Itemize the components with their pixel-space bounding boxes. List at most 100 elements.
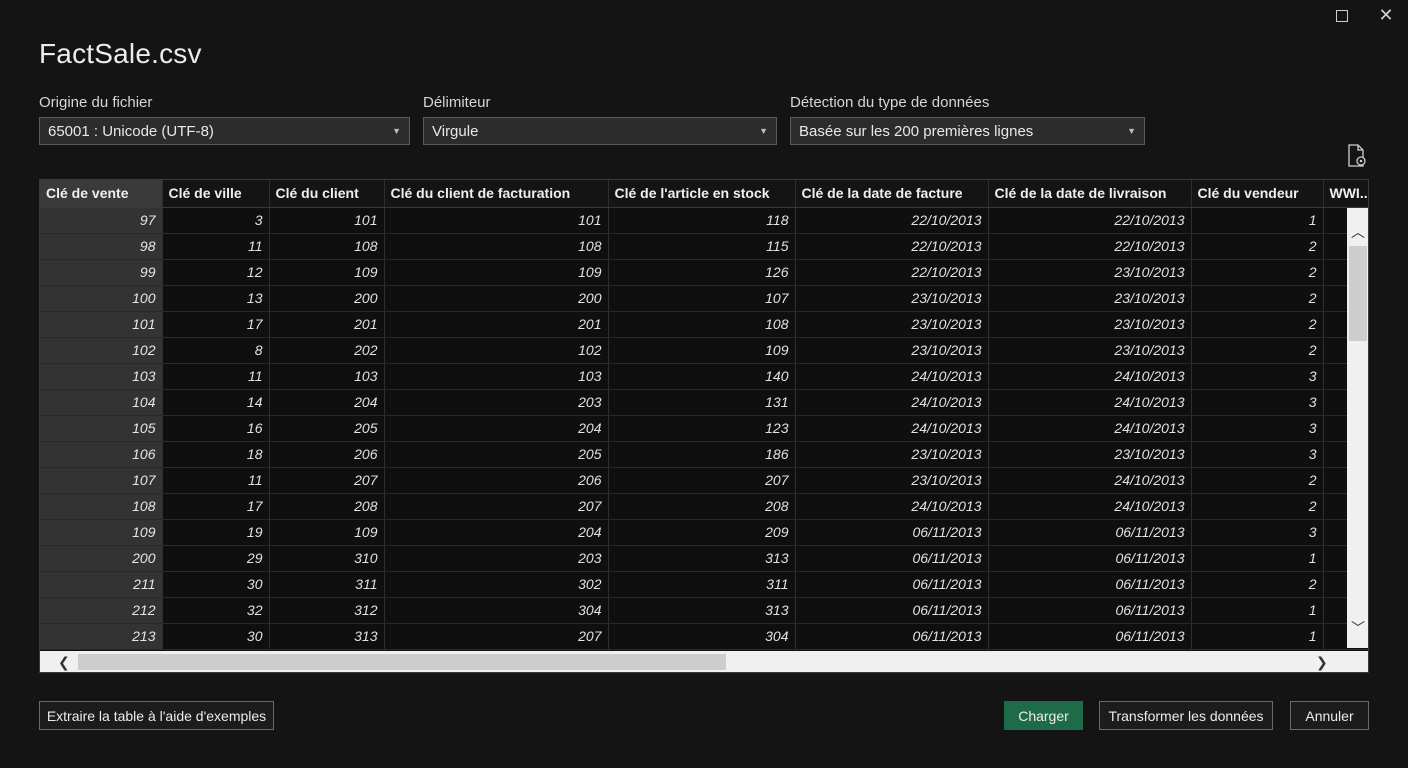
column-header[interactable]: Clé du vendeur: [1191, 180, 1324, 208]
table-cell: 1: [1191, 545, 1324, 572]
table-cell: 24/10/2013: [988, 467, 1192, 494]
table-cell: 22/10/2013: [988, 233, 1192, 260]
table-cell: 311: [608, 571, 796, 598]
table-cell: 106: [40, 441, 163, 468]
table-cell: 2: [1191, 311, 1324, 338]
table-cell: 310: [269, 545, 385, 572]
scroll-down-icon[interactable]: ﹀: [1347, 618, 1368, 638]
table-cell: 22/10/2013: [795, 207, 989, 234]
table-cell: 14: [162, 389, 270, 416]
maximize-icon: [1336, 10, 1348, 22]
table-cell: 109: [40, 519, 163, 546]
table-cell: 208: [608, 493, 796, 520]
table-cell: 24/10/2013: [795, 415, 989, 442]
table-cell: 06/11/2013: [988, 545, 1192, 572]
close-button[interactable]: ✕: [1366, 4, 1406, 28]
maximize-button[interactable]: [1322, 4, 1362, 28]
table-cell: 22/10/2013: [795, 233, 989, 260]
table-cell: 06/11/2013: [795, 597, 989, 624]
column-header[interactable]: Clé de la date de facture: [795, 180, 989, 208]
column-header[interactable]: Clé de l'article en stock: [608, 180, 796, 208]
table-cell: 3: [1191, 415, 1324, 442]
table-cell: 103: [384, 363, 609, 390]
table-cell: 3: [1191, 389, 1324, 416]
table-cell: 105: [40, 415, 163, 442]
table-cell: 29: [162, 545, 270, 572]
table-cell: 213: [40, 623, 163, 650]
table-cell: 06/11/2013: [988, 571, 1192, 598]
table-cell: 11: [162, 467, 270, 494]
origin-value: 65001 : Unicode (UTF-8): [48, 122, 214, 140]
vertical-scroll-thumb[interactable]: [1349, 246, 1367, 341]
table-cell: 2: [1191, 285, 1324, 312]
table-cell: 126: [608, 259, 796, 286]
detection-select[interactable]: Basée sur les 200 premières lignes ▼: [790, 117, 1145, 145]
column-header[interactable]: Clé de vente: [40, 180, 163, 208]
column-header[interactable]: Clé de ville: [162, 180, 270, 208]
preview-table: Clé de vente Clé de ville Clé du client Clé…: [40, 180, 1368, 650]
table-cell: 1: [1191, 597, 1324, 624]
table-cell: 206: [384, 467, 609, 494]
table-cell: 19: [162, 519, 270, 546]
scroll-left-icon[interactable]: ❮: [58, 651, 70, 672]
table-cell: 24/10/2013: [988, 415, 1192, 442]
document-settings-icon[interactable]: [1346, 144, 1368, 168]
table-cell: 102: [40, 337, 163, 364]
vertical-scrollbar[interactable]: ︿ ﹀: [1347, 208, 1368, 648]
table-row: 105 16 205 204 123 24/10/2013 24/10/2013 3: [40, 415, 1368, 442]
table-cell: 304: [608, 623, 796, 650]
table-cell: 205: [269, 415, 385, 442]
delimiter-select[interactable]: Virgule ▼: [423, 117, 777, 145]
table-cell: 32: [162, 597, 270, 624]
dialog-title: FactSale.csv: [39, 38, 202, 69]
column-header[interactable]: Clé du client de facturation: [384, 180, 609, 208]
column-header[interactable]: Clé du client: [269, 180, 385, 208]
table-cell: 98: [40, 233, 163, 260]
table-cell: 311: [269, 571, 385, 598]
table-cell: 06/11/2013: [795, 623, 989, 650]
table-cell: 109: [384, 259, 609, 286]
cancel-button[interactable]: Annuler: [1290, 701, 1369, 730]
table-cell: 207: [384, 493, 609, 520]
column-header[interactable]: WWI...: [1323, 180, 1368, 208]
table-cell: 204: [269, 389, 385, 416]
chevron-down-icon: ▼: [392, 126, 401, 136]
table-cell: 11: [162, 363, 270, 390]
table-cell: 140: [608, 363, 796, 390]
table-cell: 17: [162, 311, 270, 338]
horizontal-scrollbar[interactable]: ❮ ❯: [40, 651, 1347, 672]
table-cell: 18: [162, 441, 270, 468]
table-row: 109 19 109 204 209 06/11/2013 06/11/2013 3: [40, 519, 1368, 546]
column-header[interactable]: Clé de la date de livraison: [988, 180, 1192, 208]
scroll-right-icon[interactable]: ❯: [1316, 651, 1328, 672]
table-cell: 12: [162, 259, 270, 286]
table-row: 213 30 313 207 304 06/11/2013 06/11/2013 1: [40, 623, 1368, 650]
table-cell: 23/10/2013: [988, 441, 1192, 468]
chevron-down-icon: ▼: [1127, 126, 1136, 136]
table-row: 102 8 202 102 109 23/10/2013 23/10/2013 2: [40, 337, 1368, 364]
table-cell: 209: [608, 519, 796, 546]
table-cell: 23/10/2013: [988, 311, 1192, 338]
table-row: 106 18 206 205 186 23/10/2013 23/10/2013 3: [40, 441, 1368, 468]
extract-table-button[interactable]: Extraire la table à l'aide d'exemples: [39, 701, 274, 730]
table-cell: 23/10/2013: [988, 285, 1192, 312]
horizontal-scroll-thumb[interactable]: [78, 654, 726, 670]
detection-value: Basée sur les 200 premières lignes: [799, 122, 1034, 140]
table-row: 200 29 310 203 313 06/11/2013 06/11/2013 1: [40, 545, 1368, 572]
origin-select[interactable]: 65001 : Unicode (UTF-8) ▼: [39, 117, 410, 145]
scroll-up-icon[interactable]: ︿: [1347, 222, 1368, 242]
table-cell: 17: [162, 493, 270, 520]
table-cell: 201: [384, 311, 609, 338]
table-cell: 24/10/2013: [988, 493, 1192, 520]
data-preview-grid[interactable]: Clé de vente Clé de ville Clé du client Clé…: [39, 179, 1369, 673]
table-cell: 207: [269, 467, 385, 494]
table-cell: 212: [40, 597, 163, 624]
transform-data-button[interactable]: Transformer les données: [1099, 701, 1273, 730]
table-cell: 102: [384, 337, 609, 364]
table-row: 211 30 311 302 311 06/11/2013 06/11/2013 2: [40, 571, 1368, 598]
table-cell: 24/10/2013: [988, 363, 1192, 390]
table-cell: 06/11/2013: [988, 597, 1192, 624]
load-button[interactable]: Charger: [1004, 701, 1083, 730]
table-cell: 23/10/2013: [988, 259, 1192, 286]
scroll-corner: [1347, 651, 1368, 672]
